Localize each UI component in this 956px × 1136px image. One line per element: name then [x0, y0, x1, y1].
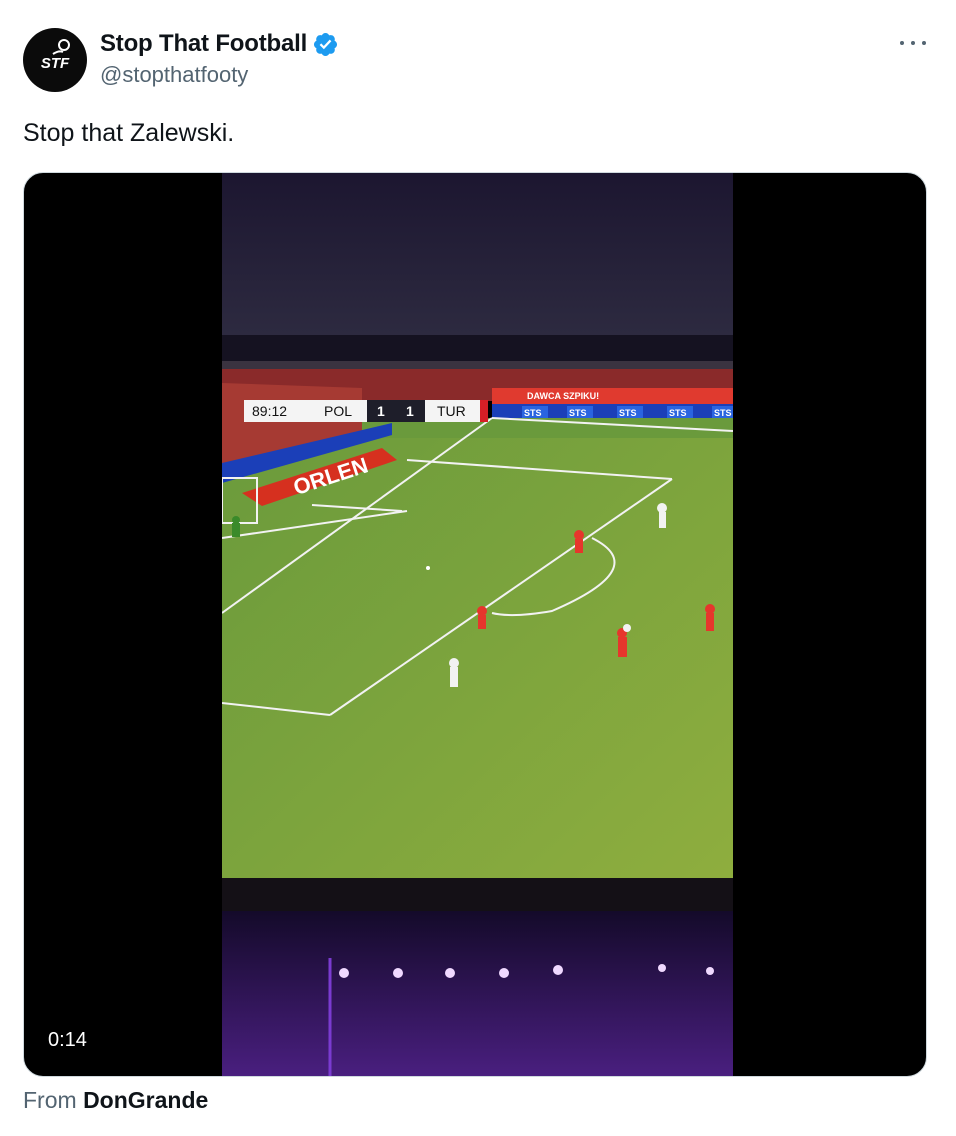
avatar-initials: STF: [41, 55, 70, 72]
home-score: 1: [377, 403, 385, 419]
match-clock: 89:12: [252, 403, 287, 419]
home-team: POL: [324, 403, 352, 419]
avatar-logo: STF: [41, 39, 70, 72]
ad-board-top: DAWCA SZPIKU!: [527, 391, 599, 401]
video-attribution: From DonGrande: [23, 1084, 208, 1116]
attribution-prefix: From: [23, 1087, 84, 1113]
attribution-source[interactable]: DonGrande: [83, 1087, 208, 1113]
video-duration: 0:14: [38, 1024, 97, 1056]
author-handle[interactable]: @stopthatfooty: [100, 60, 248, 90]
author-name-row: Stop That Football: [100, 28, 339, 60]
away-score: 1: [406, 403, 414, 419]
verified-badge-icon: [314, 32, 338, 56]
more-options-icon[interactable]: [900, 33, 926, 53]
video-frame: DAWCA SZPIKU! STSSTSSTSSTSSTS ORLEN: [222, 173, 733, 1076]
sts-ad-label: STS: [619, 408, 637, 418]
avatar[interactable]: STF: [23, 28, 87, 92]
sts-ad-label: STS: [524, 408, 542, 418]
author-display-name[interactable]: Stop That Football: [100, 28, 307, 60]
sts-ad-label: STS: [569, 408, 587, 418]
tweet-text: Stop that Zalewski.: [23, 119, 235, 147]
away-team: TUR: [437, 403, 466, 419]
scoreboard: 89:12 POL 1 1 TUR: [244, 400, 488, 422]
sts-ad-label: STS: [714, 408, 732, 418]
video-player[interactable]: DAWCA SZPIKU! STSSTSSTSSTSSTS ORLEN: [23, 172, 927, 1077]
sts-ad-label: STS: [669, 408, 687, 418]
